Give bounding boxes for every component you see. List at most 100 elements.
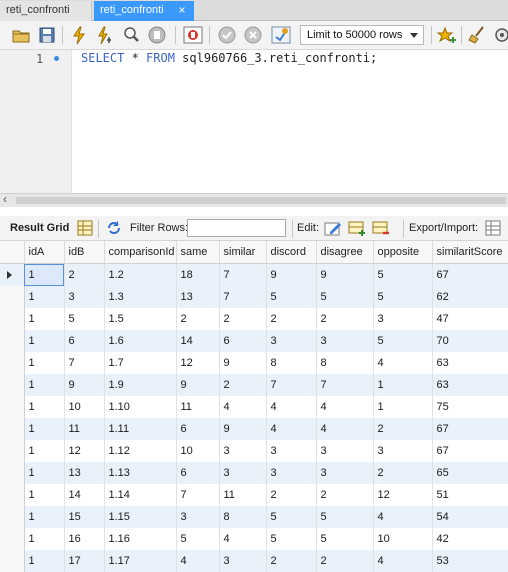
cell-similar[interactable]: 4 <box>219 528 267 550</box>
cell-idA[interactable]: 1 <box>24 528 65 550</box>
cell-discord[interactable]: 3 <box>266 330 317 352</box>
column-header-idB[interactable]: idB <box>64 241 105 264</box>
cell-discord[interactable]: 9 <box>266 263 317 286</box>
close-icon[interactable]: × <box>176 4 188 16</box>
cell-opposite[interactable]: 3 <box>373 308 433 330</box>
row-header[interactable] <box>0 440 25 462</box>
cell-idB[interactable]: 9 <box>64 374 105 396</box>
cell-idB[interactable]: 16 <box>64 528 105 550</box>
open-folder-icon[interactable] <box>10 25 32 45</box>
column-header-disagree[interactable]: disagree <box>316 241 374 264</box>
explain-magnifier-icon[interactable] <box>120 25 142 45</box>
row-header[interactable] <box>0 462 25 484</box>
column-header-similar[interactable]: similar <box>219 241 267 264</box>
execute-current-lightning-icon[interactable] <box>94 25 116 45</box>
cell-similaritScore[interactable]: 63 <box>432 374 508 396</box>
table-row[interactable]: 1 17 1.17 4 3 2 2 4 53 <box>0 550 508 572</box>
cell-same[interactable]: 4 <box>176 550 220 572</box>
cell-same[interactable]: 2 <box>176 308 220 330</box>
cell-comparisonId[interactable]: 1.5 <box>104 308 177 330</box>
cell-similar[interactable]: 11 <box>219 484 267 506</box>
cell-similaritScore[interactable]: 62 <box>432 286 508 308</box>
cell-disagree[interactable]: 3 <box>316 330 374 352</box>
row-header[interactable] <box>0 330 25 352</box>
cell-opposite[interactable]: 2 <box>373 462 433 484</box>
table-row[interactable]: 1 14 1.14 7 11 2 2 12 51 <box>0 484 508 506</box>
stop-icon[interactable] <box>146 25 168 45</box>
table-row[interactable]: 1 15 1.15 3 8 5 5 4 54 <box>0 506 508 528</box>
row-header[interactable] <box>0 263 25 286</box>
cell-similar[interactable]: 3 <box>219 462 267 484</box>
export-icon[interactable] <box>484 219 502 237</box>
cell-disagree[interactable]: 2 <box>316 484 374 506</box>
cell-similar[interactable]: 8 <box>219 506 267 528</box>
table-row[interactable]: 1 11 1.11 6 9 4 4 2 67 <box>0 418 508 440</box>
cell-idB[interactable]: 3 <box>64 286 105 308</box>
cell-same[interactable]: 5 <box>176 528 220 550</box>
cell-discord[interactable]: 2 <box>266 308 317 330</box>
cell-idA[interactable]: 1 <box>24 440 65 462</box>
cell-similaritScore[interactable]: 70 <box>432 330 508 352</box>
cell-disagree[interactable]: 2 <box>316 308 374 330</box>
cell-idA[interactable]: 1 <box>24 352 65 374</box>
cell-similar[interactable]: 9 <box>219 352 267 374</box>
cell-comparisonId[interactable]: 1.9 <box>104 374 177 396</box>
cell-similaritScore[interactable]: 53 <box>432 550 508 572</box>
column-header-similaritScore[interactable]: similaritScore <box>432 241 508 264</box>
autocommit-icon[interactable] <box>270 25 292 45</box>
table-row[interactable]: 1 3 1.3 13 7 5 5 5 62 <box>0 286 508 308</box>
cell-same[interactable]: 3 <box>176 506 220 528</box>
cell-comparisonId[interactable]: 1.14 <box>104 484 177 506</box>
sql-editor[interactable]: 1 SELECT * FROM sql960766_3.reti_confron… <box>0 50 508 193</box>
find-replace-icon[interactable] <box>493 25 508 45</box>
sql-code-line[interactable]: SELECT * FROM sql960766_3.reti_confronti… <box>81 51 377 65</box>
table-row[interactable]: 1 10 1.10 11 4 4 4 1 75 <box>0 396 508 418</box>
cell-comparisonId[interactable]: 1.6 <box>104 330 177 352</box>
cell-idA[interactable]: 1 <box>24 330 65 352</box>
cell-comparisonId[interactable]: 1.10 <box>104 396 177 418</box>
cell-opposite[interactable]: 5 <box>373 286 433 308</box>
table-row[interactable]: 1 16 1.16 5 4 5 5 10 42 <box>0 528 508 550</box>
cell-comparisonId[interactable]: 1.15 <box>104 506 177 528</box>
cell-similaritScore[interactable]: 75 <box>432 396 508 418</box>
cell-disagree[interactable]: 4 <box>316 418 374 440</box>
cell-disagree[interactable]: 3 <box>316 440 374 462</box>
scrollbar-thumb[interactable] <box>16 197 506 204</box>
row-header[interactable] <box>0 396 25 418</box>
cell-opposite[interactable]: 4 <box>373 550 433 572</box>
cell-idB[interactable]: 7 <box>64 352 105 374</box>
cell-idB[interactable]: 13 <box>64 462 105 484</box>
row-header[interactable] <box>0 352 25 374</box>
cell-idB[interactable]: 10 <box>64 396 105 418</box>
cell-similar[interactable]: 7 <box>219 263 267 286</box>
cell-discord[interactable]: 5 <box>266 528 317 550</box>
row-header[interactable] <box>0 550 25 572</box>
editor-horizontal-scrollbar[interactable]: ‹ <box>0 192 508 207</box>
cell-opposite[interactable]: 10 <box>373 528 433 550</box>
cell-similar[interactable]: 3 <box>219 440 267 462</box>
table-row[interactable]: 1 6 1.6 14 6 3 3 5 70 <box>0 330 508 352</box>
cell-similaritScore[interactable]: 42 <box>432 528 508 550</box>
cell-discord[interactable]: 5 <box>266 506 317 528</box>
beautify-broom-icon[interactable] <box>467 25 489 45</box>
cell-idA[interactable]: 1 <box>24 396 65 418</box>
cell-discord[interactable]: 3 <box>266 462 317 484</box>
table-row[interactable]: 1 9 1.9 9 2 7 7 1 63 <box>0 374 508 396</box>
cell-discord[interactable]: 8 <box>266 352 317 374</box>
column-header-opposite[interactable]: opposite <box>373 241 433 264</box>
cell-discord[interactable]: 3 <box>266 440 317 462</box>
row-header[interactable] <box>0 484 25 506</box>
cell-idB[interactable]: 14 <box>64 484 105 506</box>
cell-discord[interactable]: 4 <box>266 418 317 440</box>
cell-disagree[interactable]: 8 <box>316 352 374 374</box>
cell-idA[interactable]: 1 <box>24 374 65 396</box>
cell-same[interactable]: 6 <box>176 462 220 484</box>
table-row[interactable]: 1 7 1.7 12 9 8 8 4 63 <box>0 352 508 374</box>
cell-opposite[interactable]: 4 <box>373 352 433 374</box>
cell-same[interactable]: 13 <box>176 286 220 308</box>
cell-opposite[interactable]: 5 <box>373 330 433 352</box>
edit-row-icon[interactable] <box>324 219 342 237</box>
cell-disagree[interactable]: 4 <box>316 396 374 418</box>
cell-same[interactable]: 6 <box>176 418 220 440</box>
limit-rows-select[interactable]: Limit to 50000 rows <box>300 25 424 45</box>
